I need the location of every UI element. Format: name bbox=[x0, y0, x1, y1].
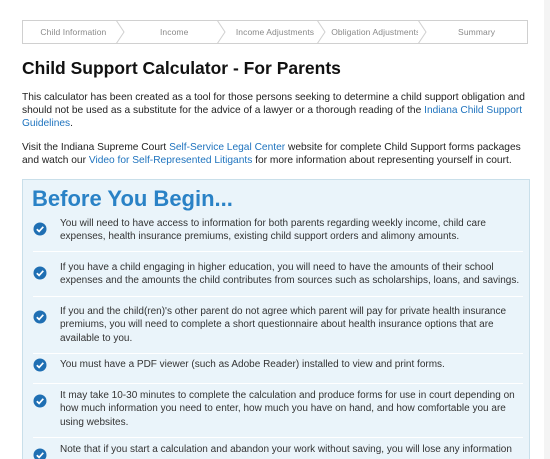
panel-heading: Before You Begin... bbox=[32, 186, 233, 211]
divider bbox=[33, 353, 523, 354]
resources-text: Visit the Indiana Supreme Court bbox=[22, 142, 170, 153]
check-circle-icon bbox=[33, 222, 47, 236]
step-label: Obligation Adjustments bbox=[331, 27, 421, 37]
step-income[interactable]: Income bbox=[124, 20, 226, 44]
step-child-information[interactable]: Child Information bbox=[23, 20, 125, 44]
divider bbox=[33, 251, 523, 252]
chevron-separator-icon bbox=[115, 20, 125, 44]
progress-steps: Child Information Income Income Adjustme… bbox=[22, 20, 528, 44]
step-label: Child Information bbox=[40, 27, 107, 37]
step-label: Income Adjustments bbox=[235, 27, 315, 37]
check-circle-icon bbox=[33, 310, 47, 324]
check-circle-icon bbox=[33, 358, 47, 372]
before-you-begin-panel: Before You Begin... You will need to hav… bbox=[22, 179, 530, 459]
step-income-adjustments[interactable]: Income Adjustments bbox=[225, 20, 326, 44]
step-summary[interactable]: Summary bbox=[426, 21, 527, 43]
check-circle-icon bbox=[33, 448, 47, 459]
chevron-separator-icon bbox=[418, 20, 427, 44]
item-text: You must have a PDF viewer (such as Adob… bbox=[60, 359, 445, 370]
step-obligation-adjustments[interactable]: Obligation Adjustments bbox=[325, 20, 427, 44]
self-service-link[interactable]: Self-Service Legal Center bbox=[169, 142, 285, 153]
chevron-separator-icon bbox=[317, 20, 326, 44]
check-circle-icon bbox=[33, 266, 47, 280]
resources-text-end: for more information about representing … bbox=[252, 154, 512, 166]
item-text: Note that if you start a calculation and… bbox=[60, 444, 512, 455]
resources-paragraph: Visit the Indiana Supreme Court Self-Ser… bbox=[22, 142, 530, 168]
chevron-separator-icon bbox=[216, 20, 226, 44]
divider bbox=[33, 383, 523, 384]
video-link[interactable]: Video for Self-Represented Litigants bbox=[89, 155, 252, 166]
scrollbar-track[interactable] bbox=[544, 0, 550, 459]
check-circle-icon bbox=[33, 394, 47, 408]
item-text: It may take 10-30 minutes to complete th… bbox=[60, 390, 515, 428]
item-text: You will need to have access to informat… bbox=[60, 218, 486, 243]
divider bbox=[33, 437, 523, 438]
page-title: Child Support Calculator - For Parents bbox=[22, 58, 341, 78]
intro-paragraph: This calculator has been created as a to… bbox=[22, 92, 530, 130]
intro-text-end: . bbox=[70, 117, 73, 129]
step-label: Income bbox=[159, 27, 189, 37]
step-label: Summary bbox=[458, 27, 496, 37]
divider bbox=[33, 296, 523, 297]
item-text: If you have a child engaging in higher e… bbox=[60, 262, 520, 287]
item-text: If you and the child(ren)'s other parent… bbox=[60, 306, 507, 344]
